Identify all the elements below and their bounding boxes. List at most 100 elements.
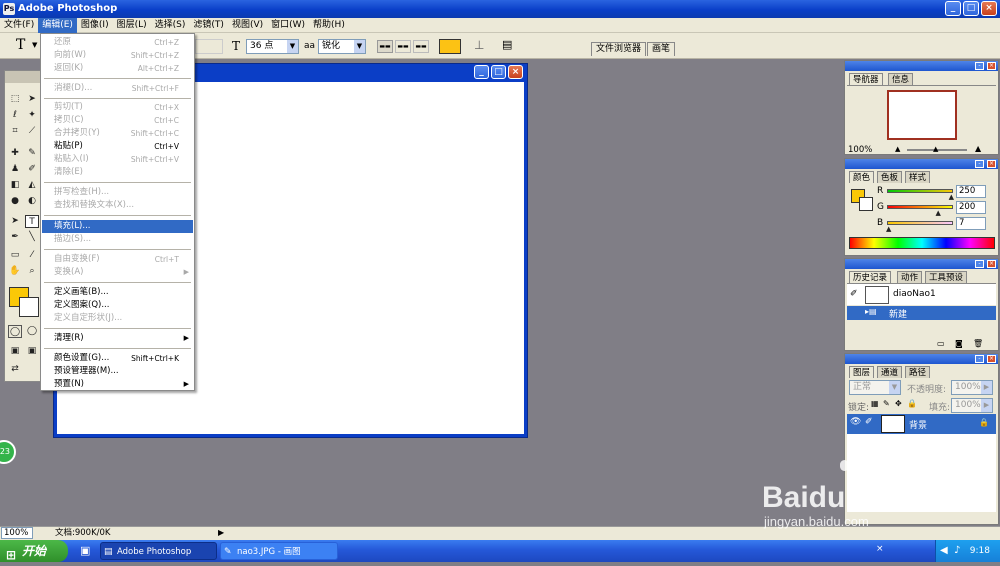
- taskbar-button-photoshop[interactable]: ▤ Adobe Photoshop: [100, 542, 217, 560]
- channel-r-handle-icon[interactable]: ▲: [949, 193, 954, 201]
- tray-expand-icon[interactable]: ×: [876, 544, 884, 554]
- lock-position-icon[interactable]: ✥: [895, 399, 902, 408]
- lock-image-icon[interactable]: ✎: [883, 399, 890, 408]
- font-style-select[interactable]: [195, 39, 223, 54]
- type-tool-icon[interactable]: T: [25, 215, 39, 228]
- menu-edit[interactable]: 编辑(E): [38, 17, 77, 33]
- menu-window[interactable]: 窗口(W): [267, 18, 309, 33]
- font-size-select[interactable]: 36 点 ▼: [246, 39, 299, 54]
- menu-image[interactable]: 图像(I): [77, 18, 113, 33]
- status-zoom-field[interactable]: 100%: [1, 527, 33, 539]
- quick-launch-icon[interactable]: ▣: [80, 544, 90, 557]
- screen-mode-standard-icon[interactable]: ▣: [8, 345, 22, 358]
- tab-paths[interactable]: 路径: [905, 366, 931, 378]
- bucket-tool-icon[interactable]: ◭: [25, 179, 39, 192]
- palette-minimize-icon[interactable]: -: [975, 355, 984, 363]
- align-left-icon[interactable]: ▬▬: [377, 40, 393, 53]
- move-tool-icon[interactable]: ➤: [25, 93, 39, 106]
- menu-filter[interactable]: 滤镜(T): [189, 18, 228, 33]
- tab-tool-presets[interactable]: 工具预设: [925, 271, 968, 283]
- menu-layer[interactable]: 图层(L): [113, 18, 151, 33]
- navigator-thumbnail[interactable]: [887, 90, 957, 140]
- doc-maximize-button[interactable]: □: [491, 65, 506, 79]
- zoom-slider-handle-icon[interactable]: ▲: [933, 145, 938, 153]
- tab-history[interactable]: 历史记录: [849, 271, 892, 283]
- network-icon[interactable]: ◀: [940, 540, 948, 562]
- visibility-eye-icon[interactable]: 👁: [850, 417, 861, 427]
- tab-navigator[interactable]: 导航器: [849, 73, 883, 85]
- close-button[interactable]: ×: [981, 1, 997, 16]
- doc-minimize-button[interactable]: _: [474, 65, 489, 79]
- menu-item-preset-manager[interactable]: 预设管理器(M)...: [42, 365, 193, 378]
- new-document-from-state-icon[interactable]: ▭: [937, 339, 945, 348]
- floating-badge[interactable]: 23: [0, 440, 16, 464]
- menu-item-paste[interactable]: 粘贴(P) Ctrl+V: [42, 140, 193, 153]
- status-menu-arrow-icon[interactable]: ▶: [218, 527, 224, 539]
- palette-close-icon[interactable]: ×: [987, 160, 996, 168]
- line-tool-icon[interactable]: ╲: [25, 231, 39, 244]
- palette-minimize-icon[interactable]: -: [975, 62, 984, 70]
- channel-b-slider[interactable]: [887, 221, 953, 225]
- menu-item-define-brush[interactable]: 定义画笔(B)...: [42, 286, 193, 299]
- align-right-icon[interactable]: ▬▬: [413, 40, 429, 53]
- menu-select[interactable]: 选择(S): [151, 18, 190, 33]
- screen-mode-full-icon[interactable]: ▣: [25, 345, 39, 358]
- photoshop-icon[interactable]: Ps: [3, 3, 15, 15]
- new-snapshot-icon[interactable]: ◙: [955, 339, 963, 348]
- healing-brush-icon[interactable]: ✚: [8, 147, 22, 160]
- menu-item-purge[interactable]: 清理(R) ▶: [42, 332, 193, 345]
- history-state-row[interactable]: ▸▤ 新建: [847, 306, 996, 320]
- tab-actions[interactable]: 动作: [897, 271, 923, 283]
- opacity-input[interactable]: 100% ▶: [951, 380, 993, 395]
- menu-view[interactable]: 视图(V): [228, 18, 267, 33]
- volume-icon[interactable]: ♪: [954, 540, 960, 562]
- align-center-icon[interactable]: ▬▬: [395, 40, 411, 53]
- menu-item-preferences[interactable]: 预置(N) ▶: [42, 378, 193, 391]
- notes-tool-icon[interactable]: ▭: [8, 249, 22, 262]
- menu-item-fill[interactable]: 填充(L)...: [42, 220, 193, 233]
- palettes-toggle-icon[interactable]: ▤: [502, 38, 512, 51]
- maximize-button[interactable]: □: [963, 1, 979, 16]
- tab-info[interactable]: 信息: [888, 73, 914, 85]
- palette-minimize-icon[interactable]: -: [975, 160, 984, 168]
- channel-r-slider[interactable]: [887, 189, 953, 193]
- eraser-tool-icon[interactable]: ◧: [8, 179, 22, 192]
- lasso-tool-icon[interactable]: ℓ: [8, 109, 22, 122]
- color-bg-swatch[interactable]: [859, 197, 873, 211]
- channel-r-input[interactable]: 250: [956, 185, 986, 198]
- stamp-tool-icon[interactable]: ♟: [8, 163, 22, 176]
- channel-g-input[interactable]: 200: [956, 201, 986, 214]
- tab-swatches[interactable]: 色板: [877, 171, 903, 183]
- zoom-tool-icon[interactable]: ⌕: [25, 265, 39, 278]
- palette-close-icon[interactable]: ×: [987, 62, 996, 70]
- palette-close-icon[interactable]: ×: [987, 260, 996, 268]
- minimize-button[interactable]: _: [945, 1, 961, 16]
- fill-input[interactable]: 100% ▶: [951, 398, 993, 413]
- marquee-tool-icon[interactable]: ⬚: [8, 93, 22, 106]
- text-color-swatch[interactable]: [439, 39, 461, 54]
- channel-g-slider[interactable]: [887, 205, 953, 209]
- layer-row[interactable]: 👁 ✐ 背景 🔒: [847, 414, 996, 434]
- channel-g-handle-icon[interactable]: ▲: [935, 209, 940, 217]
- brush-tool-icon[interactable]: ✎: [25, 147, 39, 160]
- quickmask-mode-icon[interactable]: ◯: [25, 325, 39, 338]
- menu-help[interactable]: 帮助(H): [309, 18, 349, 33]
- lock-transparency-icon[interactable]: ▦: [871, 399, 879, 408]
- zoom-in-icon[interactable]: ▲: [975, 144, 981, 153]
- taskbar-button-paint[interactable]: ✎ nao3.JPG - 画图: [220, 542, 338, 560]
- blur-tool-icon[interactable]: ●: [8, 195, 22, 208]
- history-brush-source-icon[interactable]: ✐: [850, 289, 858, 299]
- hand-tool-icon[interactable]: ✋: [8, 265, 22, 278]
- tab-color[interactable]: 颜色: [849, 171, 875, 183]
- tab-brushes[interactable]: 画笔: [647, 42, 676, 56]
- menu-item-define-pattern[interactable]: 定义图案(Q)...: [42, 299, 193, 312]
- tool-preset-chevron-icon[interactable]: ▼: [32, 41, 37, 49]
- background-color-swatch[interactable]: [19, 297, 39, 317]
- start-button[interactable]: ⊞ 开始: [0, 540, 68, 562]
- eyedropper-icon[interactable]: ⁄: [25, 249, 39, 262]
- palette-minimize-icon[interactable]: -: [975, 260, 984, 268]
- palette-close-icon[interactable]: ×: [987, 355, 996, 363]
- doc-close-button[interactable]: ×: [508, 65, 523, 79]
- pen-tool-icon[interactable]: ✒: [8, 231, 22, 244]
- history-brush-icon[interactable]: ✐: [25, 163, 39, 176]
